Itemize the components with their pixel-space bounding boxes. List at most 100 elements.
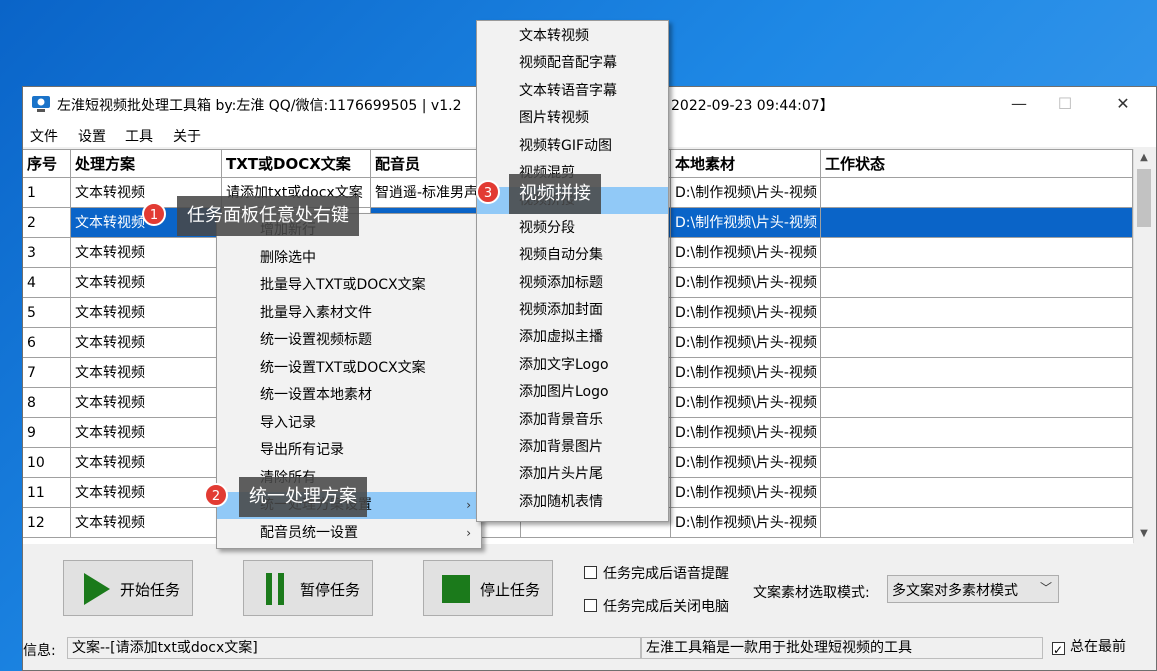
context-menu-item[interactable]: 配音员统一设置 › bbox=[217, 520, 481, 547]
cell-status[interactable] bbox=[821, 208, 1133, 238]
cell-scheme[interactable]: 文本转视频 bbox=[71, 448, 222, 478]
cell-scheme[interactable]: 文本转视频 bbox=[71, 268, 222, 298]
cell-status[interactable] bbox=[821, 268, 1133, 298]
scroll-down-icon[interactable]: ▼ bbox=[1134, 525, 1154, 543]
submenu-item-label: 视频添加封面 bbox=[519, 302, 603, 318]
cell-no[interactable]: 11 bbox=[23, 478, 71, 508]
cell-no[interactable]: 8 bbox=[23, 388, 71, 418]
submenu-item[interactable]: 图片转视频 bbox=[477, 105, 668, 132]
cell-local[interactable]: D:\制作视频\片头-视频 bbox=[671, 358, 821, 388]
submenu-item[interactable]: 视频添加封面 bbox=[477, 297, 668, 324]
cell-no[interactable]: 3 bbox=[23, 238, 71, 268]
cell-status[interactable] bbox=[821, 448, 1133, 478]
menu-settings[interactable]: 设置 bbox=[78, 126, 106, 146]
submenu-item[interactable]: 视频配音配字幕 bbox=[477, 50, 668, 77]
context-menu-item[interactable]: 批量导入素材文件 bbox=[217, 300, 481, 327]
pause-task-button[interactable]: 暂停任务 bbox=[243, 560, 373, 616]
start-task-button[interactable]: 开始任务 bbox=[63, 560, 193, 616]
vertical-scrollbar[interactable]: ▲ ▼ bbox=[1133, 149, 1154, 543]
scroll-up-icon[interactable]: ▲ bbox=[1134, 149, 1154, 167]
header-status[interactable]: 工作状态 bbox=[821, 150, 1133, 178]
cell-local[interactable]: D:\制作视频\片头-视频 bbox=[671, 508, 821, 538]
maximize-button[interactable]: ☐ bbox=[1042, 87, 1088, 121]
cell-no[interactable]: 7 bbox=[23, 358, 71, 388]
cell-status[interactable] bbox=[821, 388, 1133, 418]
header-local[interactable]: 本地素材 bbox=[671, 150, 821, 178]
context-menu-item-label: 配音员统一设置 bbox=[260, 524, 358, 541]
scroll-thumb[interactable] bbox=[1137, 169, 1151, 227]
header-text[interactable]: TXT或DOCX文案 bbox=[222, 150, 371, 178]
cell-local[interactable]: D:\制作视频\片头-视频 bbox=[671, 388, 821, 418]
submenu-item[interactable]: 文本转语音字幕 bbox=[477, 78, 668, 105]
cell-status[interactable] bbox=[821, 298, 1133, 328]
cell-status[interactable] bbox=[821, 238, 1133, 268]
cell-status[interactable] bbox=[821, 508, 1133, 538]
cell-scheme[interactable]: 文本转视频 bbox=[71, 328, 222, 358]
minimize-button[interactable]: — bbox=[996, 87, 1042, 121]
cell-scheme[interactable]: 文本转视频 bbox=[71, 508, 222, 538]
cell-scheme[interactable]: 文本转视频 bbox=[71, 298, 222, 328]
context-menu-item[interactable]: 删除选中 bbox=[217, 245, 481, 272]
cell-no[interactable]: 1 bbox=[23, 178, 71, 208]
cell-local[interactable]: D:\制作视频\片头-视频 bbox=[671, 448, 821, 478]
submenu-item[interactable]: 添加片头片尾 bbox=[477, 461, 668, 488]
cell-status[interactable] bbox=[821, 178, 1133, 208]
menu-file[interactable]: 文件 bbox=[30, 126, 58, 146]
context-menu-item[interactable]: 统一设置TXT或DOCX文案 bbox=[217, 355, 481, 382]
cell-local[interactable]: D:\制作视频\片头-视频 bbox=[671, 298, 821, 328]
cell-scheme[interactable]: 文本转视频 bbox=[71, 238, 222, 268]
cell-local[interactable]: D:\制作视频\片头-视频 bbox=[671, 418, 821, 448]
cell-local[interactable]: D:\制作视频\片头-视频 bbox=[671, 238, 821, 268]
cell-no[interactable]: 10 bbox=[23, 448, 71, 478]
header-no[interactable]: 序号 bbox=[23, 150, 71, 178]
submenu-item[interactable]: 添加随机表情 bbox=[477, 489, 668, 516]
header-scheme[interactable]: 处理方案 bbox=[71, 150, 222, 178]
cell-status[interactable] bbox=[821, 328, 1133, 358]
cell-scheme[interactable]: 文本转视频 bbox=[71, 478, 222, 508]
callout-right-click: 任务面板任意处右键 bbox=[177, 196, 359, 236]
status-label: 信息: bbox=[23, 643, 56, 659]
status-about: 左淮工具箱是一款用于批处理短视频的工具 bbox=[641, 637, 1043, 659]
cell-no[interactable]: 12 bbox=[23, 508, 71, 538]
cell-local[interactable]: D:\制作视频\片头-视频 bbox=[671, 208, 821, 238]
cell-no[interactable]: 2 bbox=[23, 208, 71, 238]
voice-remind-checkbox[interactable] bbox=[584, 566, 597, 579]
submenu-item[interactable]: 添加背景音乐 bbox=[477, 407, 668, 434]
submenu-item[interactable]: 视频添加标题 bbox=[477, 270, 668, 297]
topmost-checkbox[interactable] bbox=[1052, 640, 1065, 659]
context-menu-item[interactable]: 统一设置本地素材 bbox=[217, 382, 481, 409]
cell-status[interactable] bbox=[821, 478, 1133, 508]
submenu-item[interactable]: 添加文字Logo bbox=[477, 352, 668, 379]
cell-no[interactable]: 4 bbox=[23, 268, 71, 298]
context-menu-item[interactable]: 批量导入TXT或DOCX文案 bbox=[217, 272, 481, 299]
submenu-item[interactable]: 视频分段 bbox=[477, 215, 668, 242]
submenu-item[interactable]: 文本转视频 bbox=[477, 23, 668, 50]
cell-local[interactable]: D:\制作视频\片头-视频 bbox=[671, 268, 821, 298]
context-menu-item[interactable]: 统一设置视频标题 bbox=[217, 327, 481, 354]
menu-about[interactable]: 关于 bbox=[173, 126, 201, 146]
menu-tools[interactable]: 工具 bbox=[125, 126, 153, 146]
cell-local[interactable]: D:\制作视频\片头-视频 bbox=[671, 478, 821, 508]
cell-scheme[interactable]: 文本转视频 bbox=[71, 358, 222, 388]
mode-select[interactable]: 多文案对多素材模式 ﹀ bbox=[887, 575, 1059, 603]
cell-status[interactable] bbox=[821, 418, 1133, 448]
cell-status[interactable] bbox=[821, 358, 1133, 388]
cell-scheme[interactable]: 文本转视频 bbox=[71, 418, 222, 448]
cell-no[interactable]: 6 bbox=[23, 328, 71, 358]
cell-local[interactable]: D:\制作视频\片头-视频 bbox=[671, 178, 821, 208]
cell-no[interactable]: 5 bbox=[23, 298, 71, 328]
context-menu-item[interactable]: 导出所有记录 bbox=[217, 437, 481, 464]
submenu-item[interactable]: 视频转GIF动图 bbox=[477, 133, 668, 160]
cell-no[interactable]: 9 bbox=[23, 418, 71, 448]
submenu-item[interactable]: 添加虚拟主播 bbox=[477, 324, 668, 351]
cell-scheme[interactable]: 文本转视频 bbox=[71, 388, 222, 418]
context-menu-item[interactable]: 导入记录 bbox=[217, 410, 481, 437]
submenu-item[interactable]: 添加背景图片 bbox=[477, 434, 668, 461]
context-menu-item-label: 批量导入TXT或DOCX文案 bbox=[260, 277, 426, 293]
close-button[interactable]: ✕ bbox=[1100, 87, 1146, 121]
shutdown-checkbox[interactable] bbox=[584, 599, 597, 612]
stop-task-button[interactable]: 停止任务 bbox=[423, 560, 553, 616]
submenu-item[interactable]: 添加图片Logo bbox=[477, 379, 668, 406]
submenu-item[interactable]: 视频自动分集 bbox=[477, 242, 668, 269]
cell-local[interactable]: D:\制作视频\片头-视频 bbox=[671, 328, 821, 358]
